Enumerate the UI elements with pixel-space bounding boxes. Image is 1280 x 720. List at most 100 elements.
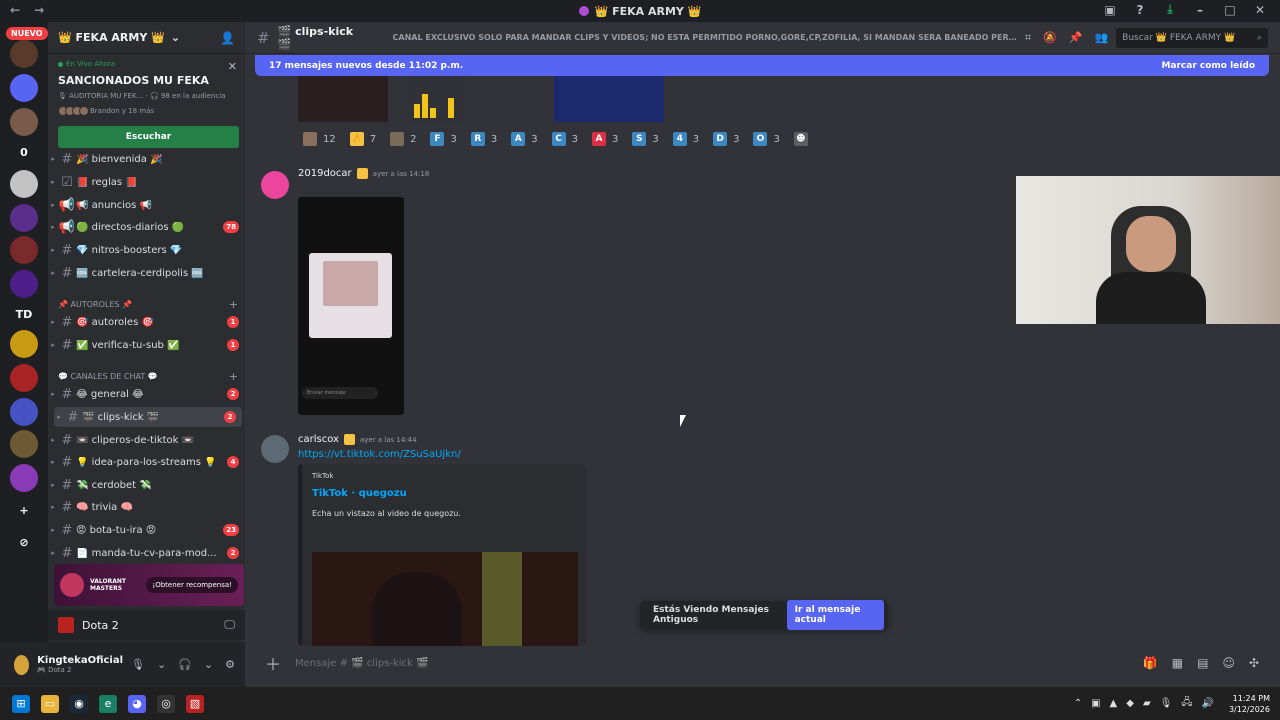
expand-arrow-icon[interactable]: ▸ [48, 201, 58, 209]
channel-item[interactable]: ▸ 📢 📢 anuncios 📢 [48, 195, 245, 215]
microphone-icon[interactable]: 🎙 [131, 658, 145, 671]
channel-item[interactable]: ▸ # 📄 manda-tu-cv-para-mod... 2 [48, 543, 245, 563]
start-icon[interactable]: ⊞ [12, 694, 30, 713]
add-member-icon[interactable]: 👤 [220, 31, 235, 45]
apps-icon[interactable]: ✣ [1249, 656, 1259, 670]
reaction[interactable]: R3 [466, 129, 502, 149]
create-channel-icon[interactable]: + [229, 370, 238, 383]
tray-app-icon[interactable]: ▣ [1091, 698, 1100, 709]
expand-arrow-icon[interactable]: ▸ [48, 458, 58, 466]
channel-item[interactable]: ▸ # 😂 general 😂 2 [48, 384, 245, 404]
back-arrow-icon[interactable]: ← [10, 3, 20, 17]
channel-item[interactable]: ▸ # 💡 idea-para-los-streams 💡 4 [48, 452, 245, 472]
channel-item[interactable]: ▸ ☑ 📕 reglas 📕 [48, 172, 245, 192]
headphones-menu-chevron-icon[interactable]: ⌄ [204, 658, 213, 671]
gear-icon[interactable]: ⚙ [225, 658, 235, 671]
channel-item[interactable]: ▸ # 🎬 clips-kick 🎬 2 [54, 407, 242, 427]
reaction[interactable]: S3 [627, 129, 663, 149]
reaction[interactable]: A3 [587, 129, 623, 149]
new-messages-bar[interactable]: 17 mensajes nuevos desde 11:02 p.m. Marc… [255, 55, 1269, 76]
expand-arrow-icon[interactable]: ▸ [48, 223, 58, 231]
channel-item[interactable]: ▸ # 🎉 bienvenida 🎉 [48, 149, 245, 169]
message-input[interactable]: Mensaje # 🎬 clips-kick 🎬 [295, 658, 428, 669]
phone-screenshot-image[interactable]: Enviar mensaje [298, 197, 404, 415]
tray-app-icon[interactable]: ◆ [1126, 698, 1134, 709]
promo-banner[interactable]: VALORANT MASTERS ¡Obtener recompensa! [54, 564, 244, 606]
expand-arrow-icon[interactable]: ▸ [48, 318, 58, 326]
author-name[interactable]: 2019docar [298, 168, 352, 179]
activity-row[interactable]: Dota 2 🖵 [48, 610, 245, 640]
channel-item[interactable]: ▸ # 💸 cerdobet 💸 [48, 475, 245, 495]
channel-item[interactable]: ▸ 📢 🟢 directos-diarios 🟢 78 [48, 217, 245, 237]
headphones-icon[interactable]: 🎧 [178, 658, 192, 671]
reaction[interactable]: 👌 7 [345, 129, 381, 149]
chevron-up-icon[interactable]: ⌃ [1074, 698, 1082, 709]
microphone-icon[interactable]: 🎙 [1160, 698, 1173, 709]
expand-arrow-icon[interactable]: ▸ [48, 246, 58, 254]
expand-arrow-icon[interactable]: ▸ [48, 178, 58, 186]
tray-app-icon[interactable]: ▰ [1143, 698, 1151, 709]
message-link[interactable]: https://vt.tiktok.com/ZSuSaUjkn/ [298, 449, 461, 460]
threads-icon[interactable]: ⌗ [1025, 31, 1031, 45]
minimize-icon[interactable]: – [1190, 3, 1210, 17]
attachment-image[interactable] [408, 76, 468, 122]
expand-arrow-icon[interactable]: ▸ [48, 341, 58, 349]
emoji-icon[interactable]: ☺ [1222, 656, 1235, 670]
screen-share-icon[interactable]: 🖵 [224, 618, 235, 632]
reaction[interactable]: ☻ [789, 129, 813, 149]
reaction[interactable]: C3 [547, 129, 583, 149]
mic-menu-chevron-icon[interactable]: ⌄ [157, 658, 166, 671]
server-icon[interactable] [10, 464, 38, 492]
channel-topic[interactable]: CANAL EXCLUSIVO SOLO PARA MANDAR CLIPS Y… [393, 33, 1017, 42]
gift-icon[interactable]: 🎁 [1143, 656, 1158, 670]
network-icon[interactable]: 🖧 [1181, 695, 1192, 712]
channel-item[interactable]: ▸ # 😡 bota-tu-ira 😡 23 [48, 520, 245, 540]
avatar[interactable] [261, 435, 289, 463]
user-info[interactable]: KingtekaOficial 🎮 Dota 2 [37, 655, 123, 674]
reaction[interactable]: F3 [425, 129, 461, 149]
mute-bell-icon[interactable]: 🔕 [1043, 31, 1057, 45]
add-attachment-icon[interactable]: ＋ [265, 651, 281, 675]
reaction[interactable]: 12 [298, 129, 341, 149]
create-channel-icon[interactable]: + [229, 298, 238, 311]
channel-item[interactable]: ▸ # 📼 cliperos-de-tiktok 📼 [48, 430, 245, 450]
channel-category[interactable]: 💬 CANALES DE CHAT 💬 + [58, 370, 238, 383]
expand-arrow-icon[interactable]: ▸ [48, 549, 58, 557]
expand-arrow-icon[interactable]: ▸ [48, 269, 58, 277]
attachment-image[interactable] [298, 76, 388, 122]
reaction[interactable]: 43 [668, 129, 704, 149]
expand-arrow-icon[interactable]: ▸ [48, 390, 58, 398]
members-icon[interactable]: 👥 [1094, 31, 1108, 45]
embed-title[interactable]: TikTok · quegozu [312, 488, 576, 499]
obs-icon[interactable]: ◎ [157, 694, 175, 713]
server-icon[interactable]: TD [10, 300, 38, 328]
reaction[interactable]: A3 [506, 129, 542, 149]
claim-reward-button[interactable]: ¡Obtener recompensa! [146, 577, 238, 593]
channel-item[interactable]: ▸ # 🎯 autoroles 🎯 1 [48, 312, 245, 332]
close-stage-icon[interactable]: ✕ [228, 60, 237, 73]
expand-arrow-icon[interactable]: ▸ [54, 413, 64, 421]
close-icon[interactable]: ✕ [1250, 3, 1270, 17]
discord-icon[interactable]: ◕ [128, 694, 146, 713]
server-icon[interactable] [10, 40, 38, 68]
reaction[interactable]: O3 [748, 129, 784, 149]
reaction[interactable]: D3 [708, 129, 744, 149]
attachment-image[interactable] [554, 76, 664, 122]
server-icon[interactable]: 0 [10, 138, 38, 166]
maximize-icon[interactable]: □ [1220, 3, 1240, 17]
message-composer[interactable]: ＋ Mensaje # 🎬 clips-kick 🎬 🎁 ▦ ▤ ☺ ✣ [255, 648, 1269, 678]
clock[interactable]: 11:24 PM 3/12/2026 [1229, 693, 1270, 715]
jump-to-present-button[interactable]: Ir al mensaje actual [786, 600, 884, 630]
avatar[interactable] [261, 171, 289, 199]
channel-item[interactable]: ▸ # ✅ verifica-tu-sub ✅ 1 [48, 335, 245, 355]
listen-button[interactable]: Escuchar [58, 126, 239, 148]
inbox-icon[interactable]: ▣ [1100, 3, 1120, 17]
download-icon[interactable]: ⤓ [1160, 2, 1180, 17]
server-icon[interactable]: ⊘ [10, 528, 38, 556]
channel-item[interactable]: ▸ # 💎 nitros-boosters 💎 [48, 240, 245, 260]
tray-app-icon[interactable]: ▲ [1110, 698, 1118, 709]
dota-taskbar-icon[interactable]: ▧ [186, 694, 204, 713]
pin-icon[interactable]: 📌 [1069, 31, 1083, 45]
server-icon[interactable] [10, 430, 38, 458]
expand-arrow-icon[interactable]: ▸ [48, 155, 58, 163]
